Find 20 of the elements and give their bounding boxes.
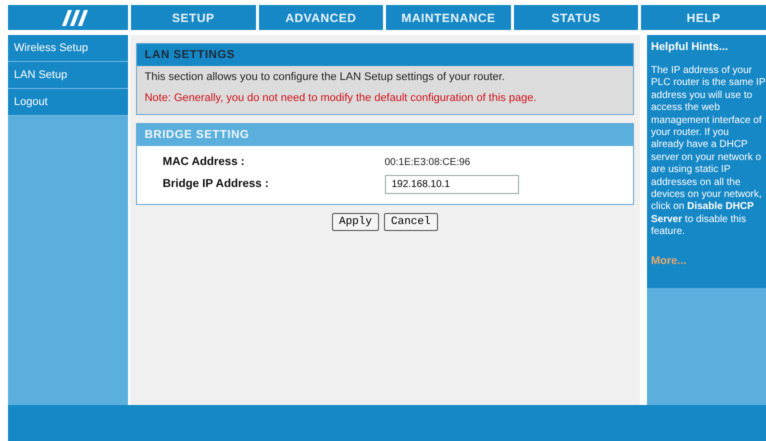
note-text: Note: Generally, you do not need to modify the default configuration of this page.: [144, 91, 538, 106]
field-label: MAC Address :: [162, 156, 246, 168]
hints-title: Helpful Hints...: [651, 41, 729, 53]
field-label: Bridge IP Address :: [162, 178, 270, 190]
ip-address-input[interactable]: 192.168.10.1: [384, 175, 519, 194]
apply-button[interactable]: Apply: [332, 213, 379, 231]
sidebar-item[interactable]: LAN Setup: [8, 62, 128, 89]
nav-tab[interactable]: SETUP: [131, 5, 256, 30]
nav-tab[interactable]: ADVANCED: [258, 5, 384, 30]
description-text: This section allows you to configure the LAN Setup settings of your router.: [144, 70, 506, 85]
nav-tab[interactable]: HELP: [641, 5, 766, 30]
section-title: BRIDGE SETTING: [136, 124, 633, 146]
mac-value: 00:1E:E3:08:CE:96: [384, 156, 472, 168]
section-title: LAN SETTINGS: [136, 44, 633, 66]
slash-logo-icon: [62, 10, 88, 26]
sidebar-item[interactable]: Wireless Setup: [8, 35, 128, 62]
sidebar-item[interactable]: Logout: [8, 89, 128, 116]
nav-tab[interactable]: MAINTENANCE: [386, 5, 511, 30]
nav-tab[interactable]: STATUS: [514, 5, 638, 30]
cancel-button[interactable]: Cancel: [384, 213, 438, 231]
